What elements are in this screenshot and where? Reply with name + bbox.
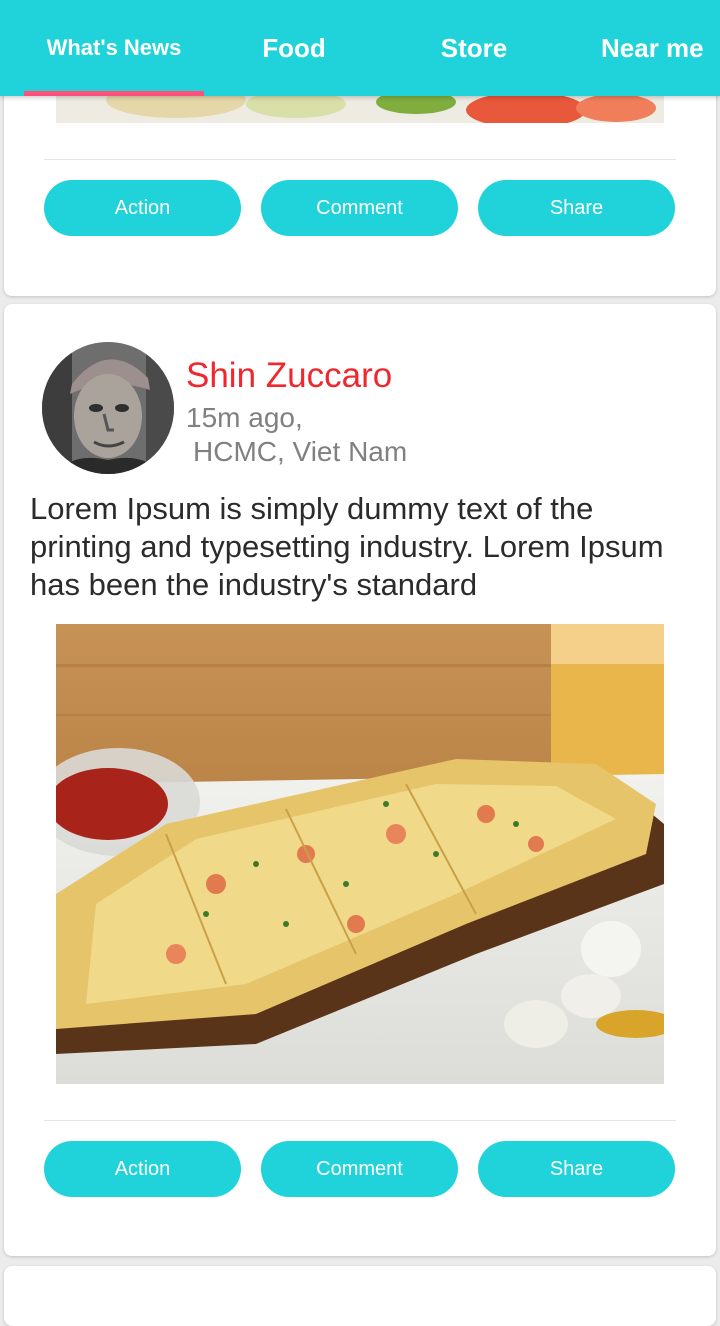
comment-button[interactable]: Comment bbox=[261, 180, 458, 236]
share-button[interactable]: Share bbox=[478, 1141, 675, 1197]
comment-button[interactable]: Comment bbox=[261, 1141, 458, 1197]
tab-near-me[interactable]: Near me bbox=[564, 0, 720, 96]
tab-food[interactable]: Food bbox=[204, 0, 384, 96]
action-button[interactable]: Action bbox=[44, 180, 241, 236]
author-avatar[interactable] bbox=[42, 342, 174, 474]
post-time: 15m ago, bbox=[186, 402, 303, 433]
tab-store[interactable]: Store bbox=[384, 0, 564, 96]
post-body-text: Lorem Ipsum is simply dummy text of the … bbox=[30, 491, 664, 602]
post-card: Shin Zuccaro 15m ago, HCMC, Viet Nam Lor… bbox=[4, 304, 716, 1256]
post-image[interactable] bbox=[56, 624, 664, 1084]
author-name[interactable]: Shin Zuccaro bbox=[186, 356, 392, 396]
top-tab-bar: What's News Food Store Near me bbox=[0, 0, 720, 96]
post-location: HCMC, Viet Nam bbox=[193, 436, 408, 467]
share-button[interactable]: Share bbox=[478, 180, 675, 236]
divider bbox=[44, 159, 676, 160]
next-post-card bbox=[4, 1266, 716, 1326]
action-button[interactable]: Action bbox=[44, 1141, 241, 1197]
active-tab-indicator bbox=[24, 91, 204, 96]
divider bbox=[44, 1120, 676, 1121]
tab-whats-news[interactable]: What's News bbox=[24, 0, 204, 96]
